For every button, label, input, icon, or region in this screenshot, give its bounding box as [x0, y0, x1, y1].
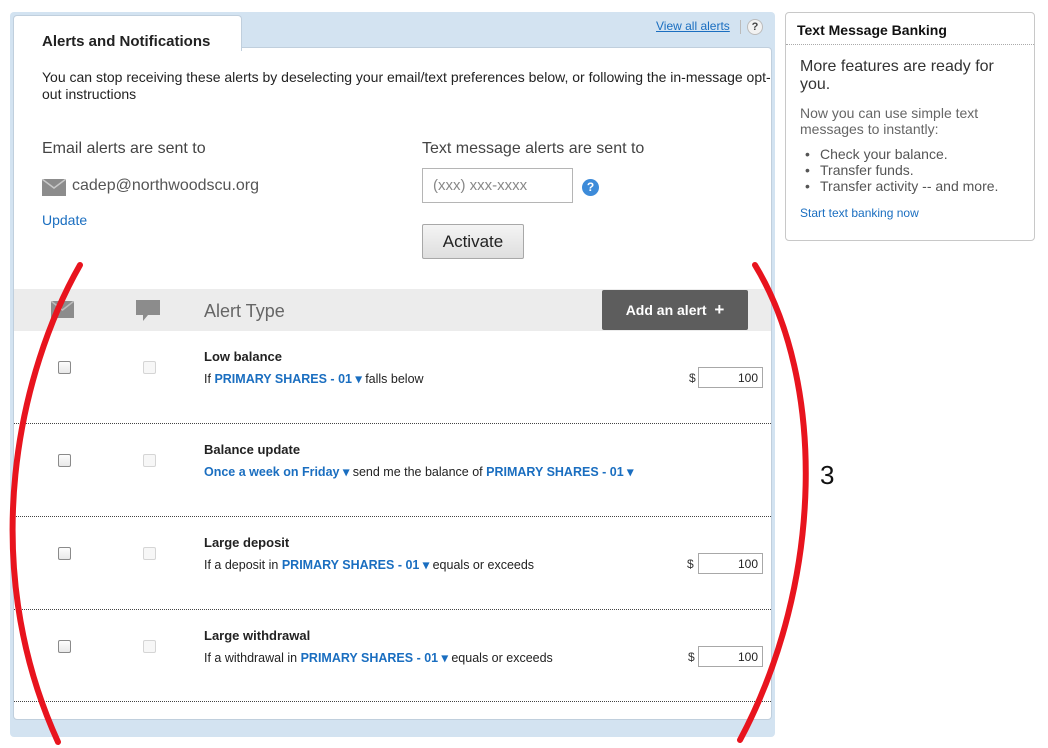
email-address: cadep@northwoodscu.org — [72, 177, 260, 194]
account-select[interactable]: PRIMARY SHARES - 01 ▾ — [486, 465, 633, 479]
currency-symbol: $ — [689, 371, 696, 385]
desc-prefix: If a withdrawal in — [204, 651, 298, 665]
view-all-alerts-link[interactable]: View all alerts — [656, 19, 730, 33]
text-alert-checkbox[interactable] — [143, 361, 156, 374]
list-item: Transfer funds. — [800, 162, 1026, 178]
text-alert-checkbox[interactable] — [143, 640, 156, 653]
intro-text: You can stop receiving these alerts by d… — [42, 69, 771, 102]
desc-middle: equals or exceeds — [432, 558, 535, 572]
alerts-panel: Alerts and Notifications View all alerts… — [10, 12, 775, 737]
side-card-heading: More features are ready for you. — [800, 58, 994, 93]
feature-list: Check your balance. Transfer funds. Tran… — [800, 146, 1026, 194]
frequency-select[interactable]: Once a week on Friday ▾ — [204, 465, 349, 479]
question-help-icon[interactable]: ? — [582, 179, 599, 196]
annotation-number: 3 — [820, 460, 835, 490]
currency-symbol: $ — [687, 557, 694, 571]
alerts-list: Low balance If PRIMARY SHARES - 01 ▾ fal… — [14, 331, 771, 702]
add-alert-button[interactable]: Add an alert + — [602, 290, 748, 330]
table-row: Balance update Once a week on Friday ▾ s… — [14, 424, 771, 517]
text-alert-checkbox[interactable] — [143, 547, 156, 560]
email-alert-checkbox[interactable] — [58, 547, 71, 560]
email-alert-checkbox[interactable] — [58, 361, 71, 374]
plus-icon: + — [714, 300, 725, 319]
email-heading: Email alerts are sent to — [42, 140, 206, 157]
amount-input[interactable] — [698, 553, 763, 574]
speech-bubble-icon — [136, 300, 160, 321]
tab-separator — [740, 20, 741, 34]
side-card-title: Text Message Banking — [797, 22, 947, 38]
alert-title: Large deposit — [204, 535, 290, 550]
alert-description: If PRIMARY SHARES - 01 ▾ falls below — [204, 371, 424, 386]
text-heading: Text message alerts are sent to — [422, 140, 645, 157]
alert-title: Large withdrawal — [204, 628, 311, 643]
desc-prefix: If a deposit in — [204, 558, 279, 572]
alert-title: Low balance — [204, 349, 283, 364]
list-item: Transfer activity -- and more. — [800, 178, 1026, 194]
alert-title: Balance update — [204, 442, 301, 457]
start-text-banking-link[interactable]: Start text banking now — [800, 206, 919, 220]
phone-number-input[interactable] — [422, 168, 573, 203]
table-row: Low balance If PRIMARY SHARES - 01 ▾ fal… — [14, 331, 771, 424]
side-divider — [786, 44, 1034, 45]
alert-type-header: Alert Type — [204, 301, 285, 321]
alert-description: Once a week on Friday ▾ send me the bala… — [204, 464, 633, 479]
tab-title: Alerts and Notifications — [42, 33, 211, 50]
side-card-text: Now you can use simple text messages to … — [800, 105, 979, 137]
tab-alerts-and-notifications[interactable]: Alerts and Notifications — [13, 15, 242, 51]
desc-prefix: If — [204, 372, 211, 386]
activate-button[interactable]: Activate — [422, 224, 524, 259]
desc-middle: send me the balance of — [352, 465, 483, 479]
alert-description: If a deposit in PRIMARY SHARES - 01 ▾ eq… — [204, 557, 534, 572]
envelope-icon — [42, 179, 66, 196]
envelope-icon — [51, 301, 74, 318]
desc-middle: equals or exceeds — [451, 651, 553, 665]
table-row: Large withdrawal If a withdrawal in PRIM… — [14, 610, 771, 702]
add-alert-label: Add an alert — [625, 302, 707, 318]
update-email-link[interactable]: Update — [42, 212, 87, 228]
currency-symbol: $ — [688, 650, 695, 664]
text-banking-card: Text Message Banking More features are r… — [785, 12, 1035, 241]
table-row: Large deposit If a deposit in PRIMARY SH… — [14, 517, 771, 610]
email-alert-checkbox[interactable] — [58, 640, 71, 653]
help-icon[interactable]: ? — [747, 19, 763, 35]
alert-description: If a withdrawal in PRIMARY SHARES - 01 ▾… — [204, 650, 553, 665]
account-select[interactable]: PRIMARY SHARES - 01 ▾ — [282, 558, 429, 572]
amount-input[interactable] — [698, 646, 763, 667]
amount-input[interactable] — [698, 367, 763, 388]
alerts-table-header: Alert Type Add an alert + — [14, 289, 771, 331]
email-alert-checkbox[interactable] — [58, 454, 71, 467]
text-alert-checkbox[interactable] — [143, 454, 156, 467]
alerts-content: You can stop receiving these alerts by d… — [13, 47, 772, 720]
desc-middle: falls below — [365, 372, 424, 386]
account-select[interactable]: PRIMARY SHARES - 01 ▾ — [301, 651, 448, 665]
list-item: Check your balance. — [800, 146, 1026, 162]
account-select[interactable]: PRIMARY SHARES - 01 ▾ — [214, 372, 361, 386]
